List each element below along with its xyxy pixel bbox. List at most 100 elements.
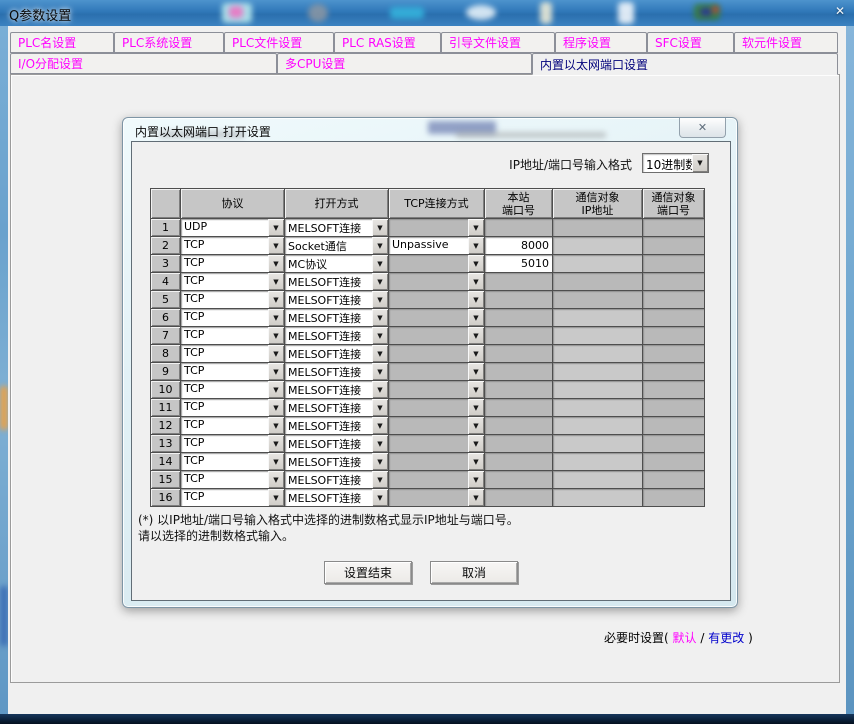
combo-arrow-icon[interactable]: ▼ (468, 255, 484, 272)
dropdown[interactable]: MELSOFT连接▼ (285, 399, 388, 416)
dropdown[interactable]: Socket通信▼ (285, 237, 388, 254)
window-close-icon[interactable]: ✕ (831, 2, 849, 19)
dialog-close-icon[interactable]: ✕ (679, 118, 726, 138)
dropdown[interactable]: MELSOFT连接▼ (285, 219, 388, 236)
combo-arrow-icon[interactable]: ▼ (372, 489, 388, 506)
open-method-dropdown[interactable]: MELSOFT连接▼ (285, 273, 389, 291)
open-method-dropdown[interactable]: MELSOFT连接▼ (285, 435, 389, 453)
tab-plc-ras[interactable]: PLC RAS设置 (334, 32, 441, 53)
combo-arrow-icon[interactable]: ▼ (372, 291, 388, 308)
combo-arrow-icon[interactable]: ▼ (372, 399, 388, 416)
combo-arrow-icon[interactable]: ▼ (372, 417, 388, 434)
dropdown[interactable]: ▼ (389, 435, 484, 452)
dropdown[interactable]: ▼ (389, 471, 484, 488)
dropdown[interactable]: ▼ (389, 345, 484, 362)
combo-arrow-icon[interactable]: ▼ (468, 417, 484, 434)
dropdown[interactable]: MELSOFT连接▼ (285, 309, 388, 326)
dropdown[interactable]: TCP▼ (181, 345, 284, 362)
open-method-dropdown[interactable]: MC协议▼ (285, 255, 389, 273)
combo-arrow-icon[interactable]: ▼ (372, 273, 388, 290)
dropdown[interactable]: TCP▼ (181, 489, 284, 506)
local-port-cell[interactable]: 8000 (485, 237, 553, 255)
tab-builtin-ethernet[interactable]: 内置以太网端口设置 (532, 53, 838, 75)
dropdown[interactable]: TCP▼ (181, 399, 284, 416)
combo-arrow-icon[interactable]: ▼ (268, 237, 284, 254)
combo-arrow-icon[interactable]: ▼ (268, 489, 284, 506)
protocol-dropdown[interactable]: TCP▼ (181, 435, 285, 453)
dropdown[interactable]: MELSOFT连接▼ (285, 471, 388, 488)
dropdown[interactable]: ▼ (389, 327, 484, 344)
dialog-cancel-button[interactable]: 取消 (430, 561, 518, 584)
tcp-mode-dropdown[interactable]: ▼ (389, 219, 485, 237)
dropdown[interactable]: MELSOFT连接▼ (285, 327, 388, 344)
tcp-mode-dropdown[interactable]: ▼ (389, 471, 485, 489)
combo-arrow-icon[interactable]: ▼ (468, 489, 484, 506)
protocol-dropdown[interactable]: UDP▼ (181, 219, 285, 237)
open-method-dropdown[interactable]: MELSOFT连接▼ (285, 291, 389, 309)
dropdown[interactable]: TCP▼ (181, 363, 284, 380)
combo-arrow-icon[interactable]: ▼ (268, 399, 284, 416)
dropdown[interactable]: TCP▼ (181, 291, 284, 308)
dropdown[interactable]: MELSOFT连接▼ (285, 363, 388, 380)
dropdown[interactable]: MELSOFT连接▼ (285, 273, 388, 290)
combo-arrow-icon[interactable]: ▼ (372, 363, 388, 380)
combo-arrow-icon[interactable]: ▼ (372, 345, 388, 362)
tcp-mode-dropdown[interactable]: ▼ (389, 309, 485, 327)
dropdown[interactable]: TCP▼ (181, 237, 284, 254)
open-method-dropdown[interactable]: MELSOFT连接▼ (285, 471, 389, 489)
combo-arrow-icon[interactable]: ▼ (468, 471, 484, 488)
dropdown[interactable]: ▼ (389, 273, 484, 290)
open-method-dropdown[interactable]: MELSOFT连接▼ (285, 489, 389, 507)
combo-arrow-icon[interactable]: ▼ (372, 237, 388, 254)
open-method-dropdown[interactable]: MELSOFT连接▼ (285, 381, 389, 399)
dropdown[interactable]: MC协议▼ (285, 255, 388, 272)
tab-device[interactable]: 软元件设置 (734, 32, 838, 53)
tab-multi-cpu[interactable]: 多CPU设置 (277, 53, 532, 74)
local-port-cell[interactable]: 5010 (485, 255, 553, 273)
dropdown[interactable]: ▼ (389, 417, 484, 434)
dropdown[interactable]: ▼ (389, 363, 484, 380)
protocol-dropdown[interactable]: TCP▼ (181, 327, 285, 345)
tab-plc-name[interactable]: PLC名设置 (10, 32, 114, 53)
combo-arrow-icon[interactable]: ▼ (468, 363, 484, 380)
combo-arrow-icon[interactable]: ▼ (468, 399, 484, 416)
tcp-mode-dropdown[interactable]: ▼ (389, 345, 485, 363)
combo-arrow-icon[interactable]: ▼ (468, 219, 484, 236)
open-method-dropdown[interactable]: MELSOFT连接▼ (285, 363, 389, 381)
combo-arrow-icon[interactable]: ▼ (268, 453, 284, 470)
combo-arrow-icon[interactable]: ▼ (468, 237, 484, 254)
combo-arrow-icon[interactable]: ▼ (268, 381, 284, 398)
tab-plc-system[interactable]: PLC系统设置 (114, 32, 224, 53)
tcp-mode-dropdown[interactable]: ▼ (389, 381, 485, 399)
open-method-dropdown[interactable]: MELSOFT连接▼ (285, 219, 389, 237)
dropdown[interactable]: TCP▼ (181, 453, 284, 470)
tcp-mode-dropdown[interactable]: Unpassive▼ (389, 237, 485, 255)
tcp-mode-dropdown[interactable]: ▼ (389, 435, 485, 453)
dropdown[interactable]: TCP▼ (181, 471, 284, 488)
protocol-dropdown[interactable]: TCP▼ (181, 417, 285, 435)
dropdown[interactable]: ▼ (389, 453, 484, 470)
combo-arrow-icon[interactable]: ▼ (268, 417, 284, 434)
combo-arrow-icon[interactable]: ▼ (372, 453, 388, 470)
open-method-dropdown[interactable]: MELSOFT连接▼ (285, 453, 389, 471)
combo-arrow-icon[interactable]: ▼ (372, 219, 388, 236)
combo-arrow-icon[interactable]: ▼ (268, 309, 284, 326)
tcp-mode-dropdown[interactable]: ▼ (389, 399, 485, 417)
dropdown[interactable]: ▼ (389, 489, 484, 506)
dropdown[interactable]: TCP▼ (181, 309, 284, 326)
protocol-dropdown[interactable]: TCP▼ (181, 345, 285, 363)
dropdown[interactable]: TCP▼ (181, 417, 284, 434)
protocol-dropdown[interactable]: TCP▼ (181, 309, 285, 327)
dropdown[interactable]: MELSOFT连接▼ (285, 417, 388, 434)
combo-arrow-icon[interactable]: ▼ (372, 309, 388, 326)
dropdown[interactable]: ▼ (389, 399, 484, 416)
dropdown[interactable]: TCP▼ (181, 435, 284, 452)
combo-arrow-icon[interactable]: ▼ (268, 345, 284, 362)
tab-program[interactable]: 程序设置 (555, 32, 647, 53)
dropdown[interactable]: MELSOFT连接▼ (285, 453, 388, 470)
dropdown[interactable]: MELSOFT连接▼ (285, 435, 388, 452)
combo-arrow-icon[interactable]: ▼ (468, 345, 484, 362)
combo-arrow-icon[interactable]: ▼ (372, 255, 388, 272)
protocol-dropdown[interactable]: TCP▼ (181, 273, 285, 291)
tab-sfc[interactable]: SFC设置 (647, 32, 734, 53)
